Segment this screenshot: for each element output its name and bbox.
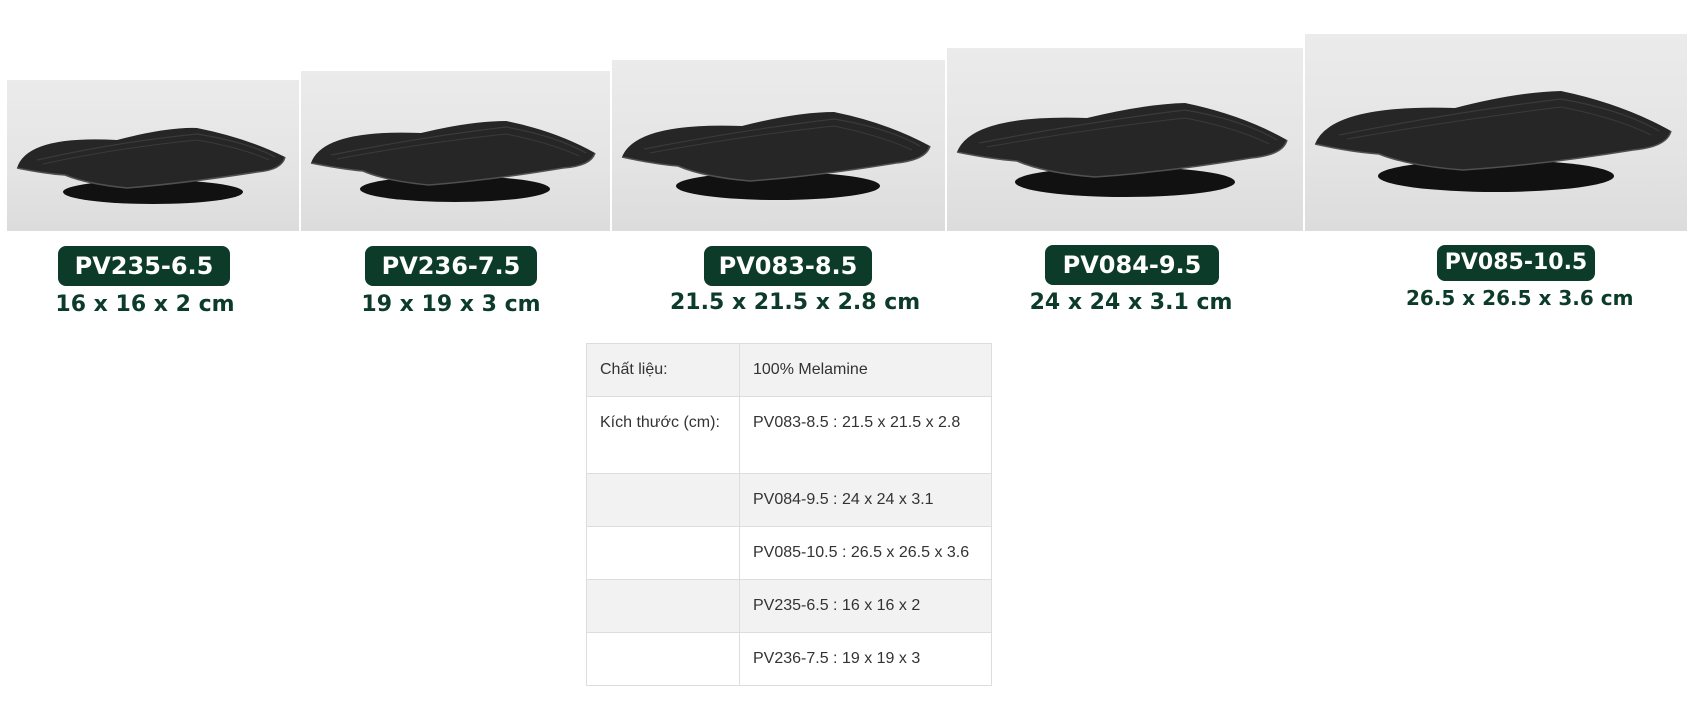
plate-photo [1305, 34, 1687, 231]
product-dimensions: 21.5 x 21.5 x 2.8 cm [670, 290, 921, 315]
product-code-badge: PV085-10.5 [1437, 245, 1595, 281]
specs-value: 100% Melamine [739, 343, 992, 397]
specs-value: PV236-7.5 : 19 x 19 x 3 [739, 632, 992, 686]
product-dimensions: 26.5 x 26.5 x 3.6 cm [1406, 286, 1634, 310]
specs-label [586, 473, 740, 527]
black-square-plate-image [621, 112, 931, 200]
product-dimensions: 16 x 16 x 2 cm [55, 292, 235, 317]
specs-row: PV236-7.5 : 19 x 19 x 3 [586, 632, 992, 686]
specs-row: PV084-9.5 : 24 x 24 x 3.1 [586, 473, 992, 527]
specs-row-material: Chất liệu: 100% Melamine [586, 343, 992, 397]
specs-label: Chất liệu: [586, 343, 740, 397]
plate-photo [301, 71, 610, 231]
black-square-plate-image [16, 127, 286, 204]
plate-photo [612, 60, 945, 231]
specs-value: PV083-8.5 : 21.5 x 21.5 x 2.8 [739, 396, 992, 474]
plate-photo [7, 80, 299, 231]
product-dimensions: 24 x 24 x 3.1 cm [1029, 290, 1233, 315]
specs-label [586, 526, 740, 580]
specs-table: Chất liệu: 100% Melamine Kích thước (cm)… [586, 343, 992, 686]
specs-value: PV235-6.5 : 16 x 16 x 2 [739, 579, 992, 633]
specs-value: PV084-9.5 : 24 x 24 x 3.1 [739, 473, 992, 527]
product-code-badge: PV084-9.5 [1045, 245, 1219, 285]
black-square-plate-image [310, 121, 596, 202]
product-code-badge: PV083-8.5 [704, 246, 872, 286]
specs-row: PV235-6.5 : 16 x 16 x 2 [586, 579, 992, 633]
product-code-badge: PV236-7.5 [365, 246, 537, 286]
specs-value: PV085-10.5 : 26.5 x 26.5 x 3.6 [739, 526, 992, 580]
product-dimensions: 19 x 19 x 3 cm [361, 292, 541, 317]
plate-photo [947, 48, 1303, 231]
product-code-badge: PV235-6.5 [58, 246, 230, 286]
specs-row-size: Kích thước (cm): PV083-8.5 : 21.5 x 21.5… [586, 396, 992, 474]
black-square-plate-image [956, 103, 1288, 197]
specs-label: Kích thước (cm): [586, 396, 740, 474]
specs-label [586, 632, 740, 686]
specs-label [586, 579, 740, 633]
specs-row: PV085-10.5 : 26.5 x 26.5 x 3.6 [586, 526, 992, 580]
black-square-plate-image [1314, 91, 1672, 192]
